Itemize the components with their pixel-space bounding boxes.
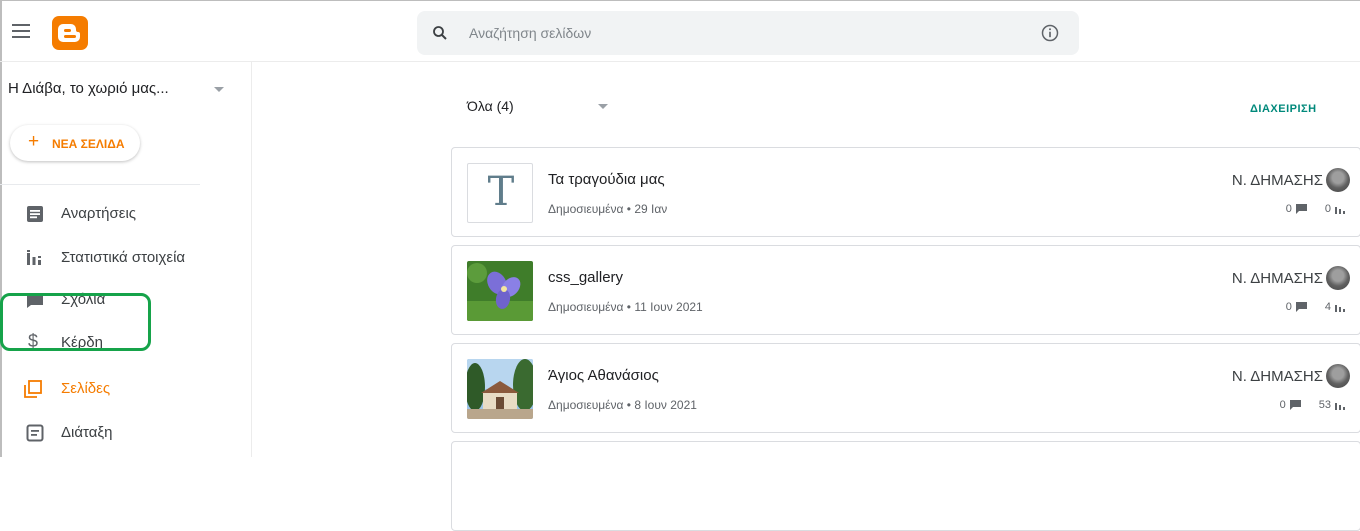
page-stats: 0 0 [1286,203,1345,215]
stats-icon [1335,305,1345,312]
comment-count: 0 [1285,301,1292,313]
dollar-icon: $ [28,331,39,351]
new-page-button[interactable]: + ΝΕΑ ΣΕΛΙΔΑ [10,125,140,161]
pages-icon [24,380,42,398]
church-thumbnail [467,359,533,419]
page-filter-dropdown[interactable]: Όλα (4) [467,98,617,120]
sidebar-item-label: Κέρδη [61,334,103,351]
sidebar-item-pages[interactable]: Σελίδες [0,374,240,404]
view-count: 4 [1324,301,1331,313]
dropdown-caret-icon [214,87,224,92]
page-status: Δημοσιευμένα • 11 Ιουν 2021 [548,300,703,314]
blog-selector[interactable]: Η Διάβα, το χωριό μας... [8,80,238,102]
view-count: 0 [1324,203,1331,215]
page-status: Δημοσιευμένα • 8 Ιουν 2021 [548,398,697,412]
text-thumbnail: T [467,163,533,223]
page-author: Ν. ΔΗΜΑΣΗΣ [1232,168,1350,192]
avatar [1326,266,1350,290]
page-card[interactable]: css_gallery Δημοσιευμένα • 11 Ιουν 2021 … [451,245,1360,335]
flower-thumbnail [467,261,533,321]
stats-icon [1335,207,1345,214]
manage-button[interactable]: ΔΙΑΧΕΙΡΙΣΗ [1250,103,1317,115]
comment-count: 0 [1279,399,1286,411]
blogger-logo[interactable] [52,16,88,50]
author-name: Ν. ΔΗΜΑΣΗΣ [1231,367,1323,385]
sidebar-item-label: Στατιστικά στοιχεία [61,249,186,266]
sidebar-item-label: Σελίδες [61,380,111,397]
sidebar-item-layout[interactable]: Διάταξη [0,418,240,448]
search-icon [433,26,447,40]
sidebar-item-earnings[interactable]: $ Κέρδη [0,328,240,358]
sidebar-item-label: Διάταξη [61,424,113,441]
sidebar-item-posts[interactable]: Αναρτήσεις [0,199,240,229]
page-card[interactable] [451,441,1360,531]
sidebar-divider [0,184,200,185]
search-input[interactable] [469,23,1029,43]
layout-icon [26,424,44,442]
comments-icon [1295,302,1307,312]
avatar [1326,168,1350,192]
sidebar: Η Διάβα, το χωριό μας... + ΝΕΑ ΣΕΛΙΔΑ Αν… [0,62,252,457]
sidebar-item-stats[interactable]: Στατιστικά στοιχεία [0,243,240,273]
page-stats: 0 4 [1286,301,1345,313]
author-name: Ν. ΔΗΜΑΣΗΣ [1231,171,1323,189]
page-card[interactable]: Άγιος Αθανάσιος Δημοσιευμένα • 8 Ιουν 20… [451,343,1360,433]
page-author: Ν. ΔΗΜΑΣΗΣ [1232,364,1350,388]
page-status: Δημοσιευμένα • 29 Ιαν [548,202,668,216]
comments-icon [1289,400,1301,410]
top-bar [0,0,1360,62]
page-card[interactable]: T Τα τραγούδια μας Δημοσιευμένα • 29 Ιαν… [451,147,1360,237]
sidebar-item-comments[interactable]: Σχόλια [0,285,240,315]
dropdown-caret-icon [598,104,608,109]
comments-icon [1295,204,1307,214]
page-title[interactable]: Τα τραγούδια μας [548,171,665,188]
author-name: Ν. ΔΗΜΑΣΗΣ [1231,269,1323,287]
blog-name: Η Διάβα, το χωριό μας... [8,80,169,97]
filter-label: Όλα (4) [467,98,514,114]
avatar [1326,364,1350,388]
info-icon[interactable] [1040,23,1060,43]
page-author: Ν. ΔΗΜΑΣΗΣ [1232,266,1350,290]
posts-icon [27,206,43,222]
page-title[interactable]: Άγιος Αθανάσιος [548,367,659,384]
stats-icon [1335,403,1345,410]
view-count: 53 [1318,399,1331,411]
new-page-label: ΝΕΑ ΣΕΛΙΔΑ [52,137,125,151]
sidebar-item-label: Σχόλια [61,291,106,308]
sidebar-item-label: Αναρτήσεις [61,205,136,222]
page-stats: 0 53 [1280,399,1345,411]
comment-count: 0 [1285,203,1292,215]
search-bar[interactable] [417,11,1079,55]
page-title[interactable]: css_gallery [548,269,623,286]
comments-icon [27,293,43,308]
hamburger-menu-icon[interactable] [12,24,30,38]
stats-icon [27,250,41,265]
plus-icon: + [28,131,40,152]
